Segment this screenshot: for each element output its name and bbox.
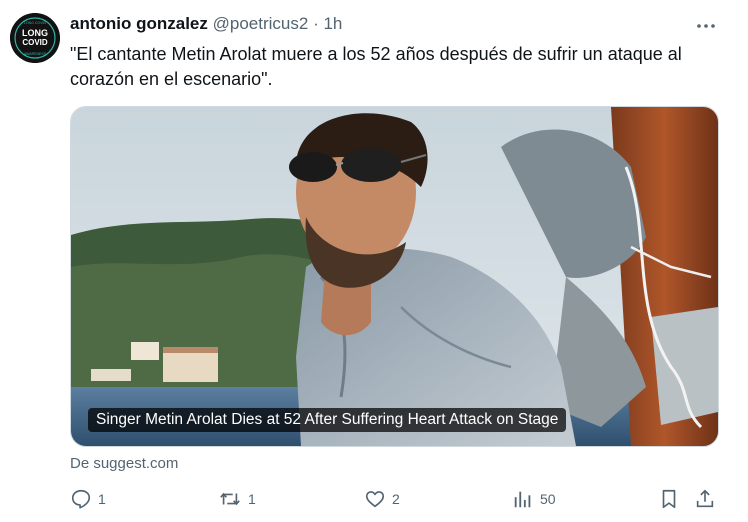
avatar-line2: COVID — [22, 38, 48, 47]
avatar-ring-bottom: AWARENESS — [24, 52, 47, 56]
reply-button[interactable]: 1 — [70, 485, 106, 513]
tweet-text: "El cantante Metin Arolat muere a los 52… — [70, 44, 682, 89]
more-button[interactable] — [695, 15, 717, 42]
retweet-icon — [220, 492, 240, 506]
view-count: 50 — [540, 491, 556, 507]
link-card-image[interactable]: Singer Metin Arolat Dies at 52 After Suf… — [70, 106, 719, 447]
avatar-ring-top: LONG COVID — [24, 21, 46, 25]
views-icon — [514, 491, 531, 508]
like-count: 2 — [392, 491, 400, 507]
reply-count: 1 — [98, 491, 106, 507]
card-source[interactable]: De suggest.com — [70, 455, 178, 472]
like-icon — [365, 491, 385, 508]
avatar[interactable]: LONG COVID LONG COVID AWARENESS — [10, 13, 60, 63]
tweet-time[interactable]: 1h — [323, 14, 342, 33]
avatar-line1: LONG — [22, 28, 48, 38]
tweet-actions: 1 1 2 50 — [70, 485, 720, 515]
views-button[interactable]: 50 — [512, 485, 556, 513]
more-icon — [697, 24, 715, 28]
retweet-count: 1 — [248, 491, 256, 507]
author-name[interactable]: antonio gonzalez — [70, 14, 208, 33]
retweet-button[interactable]: 1 — [218, 485, 256, 513]
reply-icon — [71, 489, 91, 509]
share-button[interactable] — [694, 485, 716, 513]
author-handle[interactable]: @poetricus2 — [213, 14, 309, 33]
card-caption: Singer Metin Arolat Dies at 52 After Suf… — [88, 408, 567, 432]
bookmark-button[interactable] — [658, 485, 680, 513]
tweet-header: antonio gonzalez @poetricus2 · 1h — [70, 14, 342, 34]
share-icon — [696, 489, 714, 508]
header-separator: · — [313, 14, 319, 33]
like-button[interactable]: 2 — [364, 485, 400, 513]
bookmark-icon — [662, 489, 676, 509]
card-photo — [71, 107, 718, 446]
